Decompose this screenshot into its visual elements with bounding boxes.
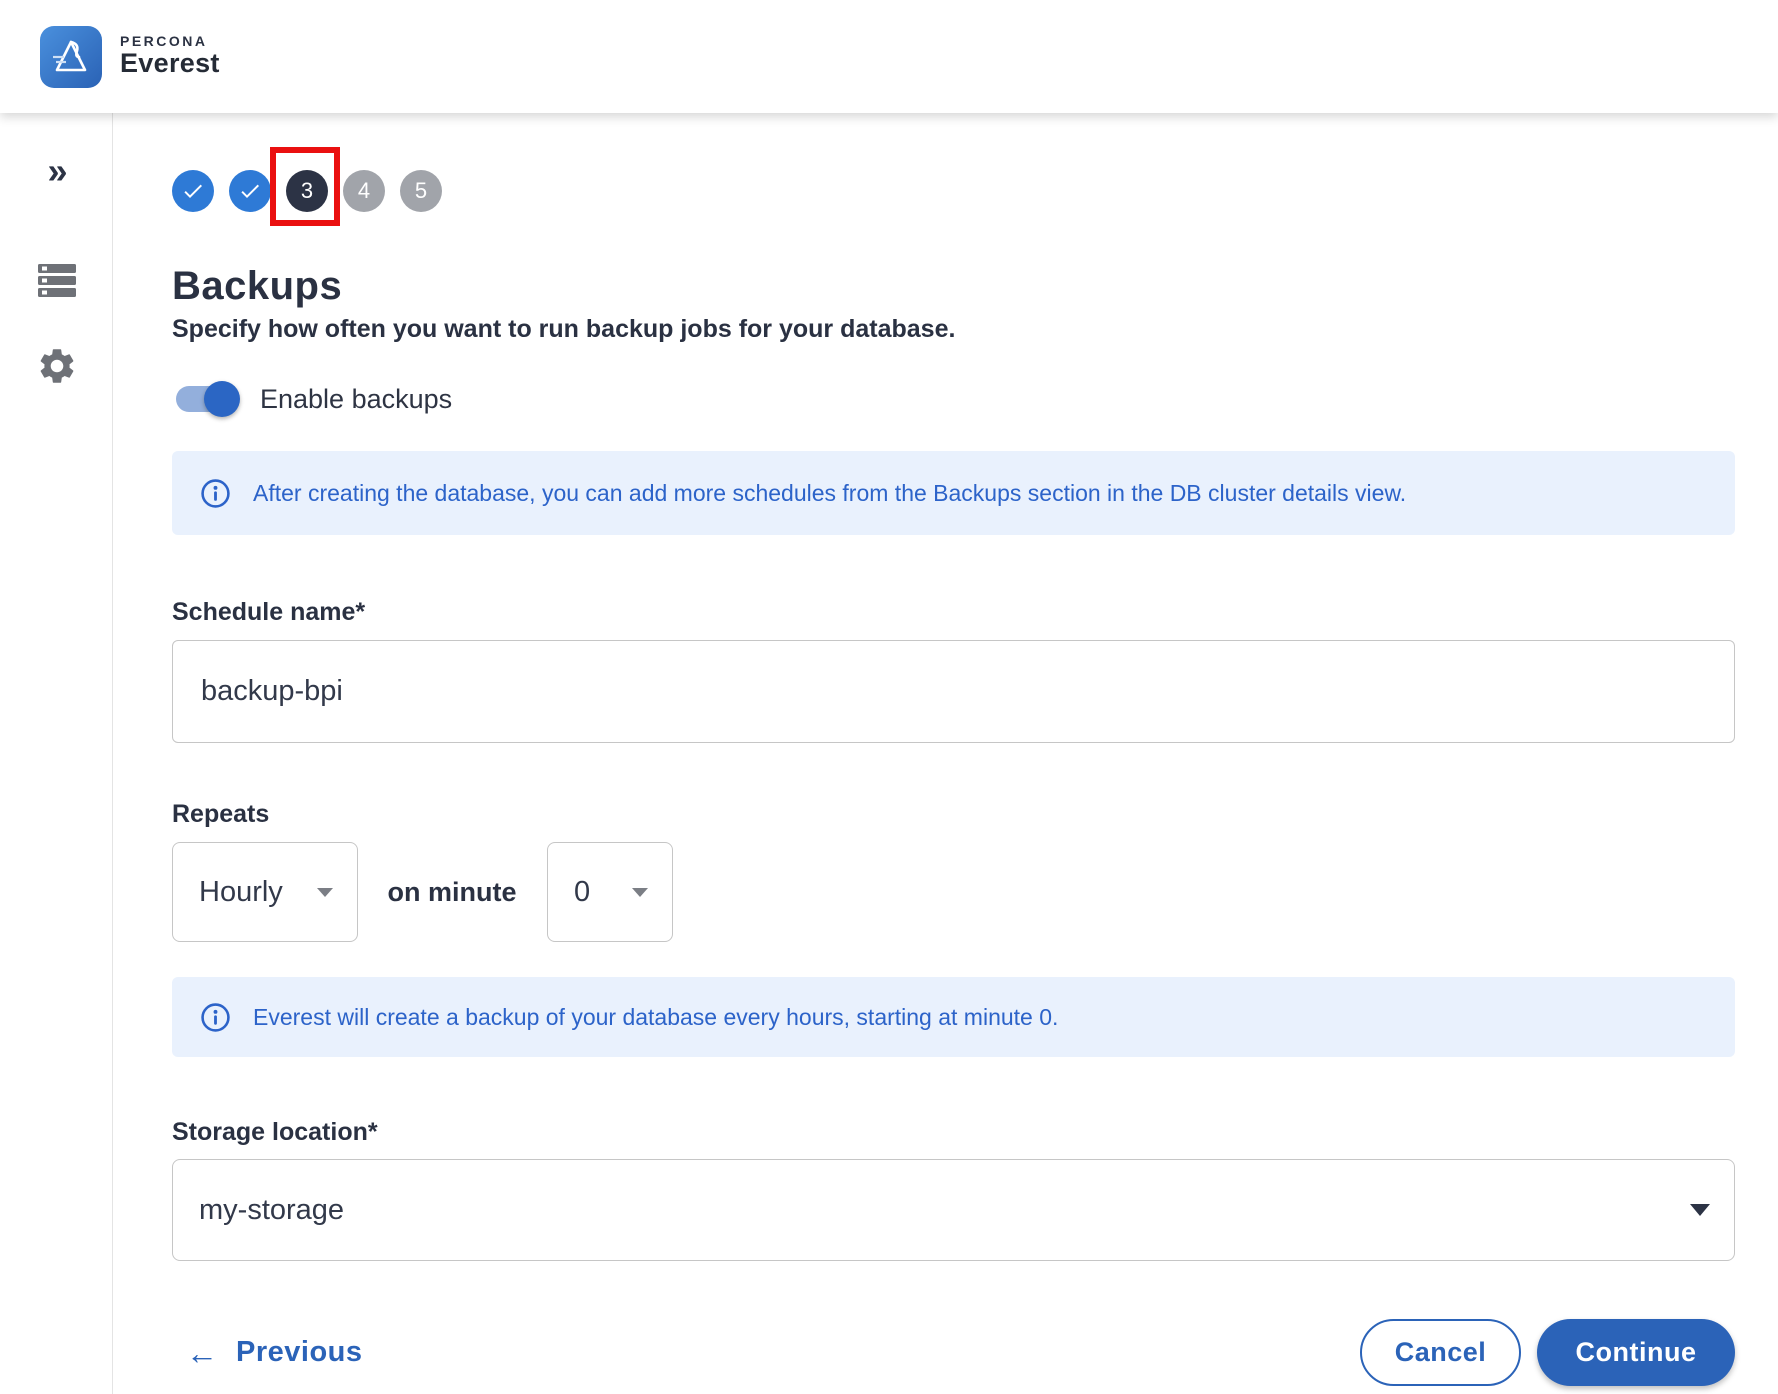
info-icon xyxy=(200,478,231,509)
schedules-info-alert: After creating the database, you can add… xyxy=(172,451,1735,535)
check-icon xyxy=(181,179,205,203)
step-2-completed[interactable] xyxy=(229,170,271,212)
schedule-name-input[interactable] xyxy=(172,640,1735,743)
percona-everest-logo-icon xyxy=(40,26,102,88)
arrow-left-icon: ← xyxy=(186,1337,218,1369)
storage-location-select[interactable]: my-storage xyxy=(172,1159,1735,1261)
enable-backups-row: Enable backups xyxy=(172,378,1735,420)
chevron-down-icon xyxy=(632,888,648,897)
step-1-completed[interactable] xyxy=(172,170,214,212)
minute-value: 0 xyxy=(574,876,590,909)
storage-location-value: my-storage xyxy=(199,1194,344,1227)
brand-text: PERCONA Everest xyxy=(120,34,220,79)
main-panel: 3 4 5 Backups Specify how often you want… xyxy=(113,113,1778,1394)
brand-everest: Everest xyxy=(120,49,220,79)
frequency-info-text: Everest will create a backup of your dat… xyxy=(253,1004,1058,1031)
databases-icon[interactable] xyxy=(0,261,113,301)
storage-location-label: Storage location* xyxy=(172,1118,1735,1147)
chevron-down-icon xyxy=(1690,1204,1710,1216)
wizard-footer: ← Previous Cancel Continue xyxy=(172,1319,1735,1386)
schedules-info-text: After creating the database, you can add… xyxy=(253,480,1406,507)
page-subtitle: Specify how often you want to run backup… xyxy=(172,315,1735,344)
step-4[interactable]: 4 xyxy=(343,170,385,212)
repeats-frequency-value: Hourly xyxy=(199,876,283,909)
info-icon xyxy=(200,1002,231,1033)
continue-button[interactable]: Continue xyxy=(1537,1319,1735,1386)
left-sidebar: » xyxy=(0,113,113,1394)
check-icon xyxy=(238,179,262,203)
chevron-down-icon xyxy=(317,888,333,897)
toggle-thumb xyxy=(204,381,240,417)
page-title: Backups xyxy=(172,264,1735,309)
enable-backups-toggle[interactable] xyxy=(176,386,236,412)
on-minute-label: on minute xyxy=(382,877,522,908)
schedule-name-label: Schedule name* xyxy=(172,598,1735,627)
repeats-frequency-select[interactable]: Hourly xyxy=(172,842,358,942)
wizard-stepper: 3 4 5 xyxy=(172,170,1735,212)
step-3-active[interactable]: 3 xyxy=(286,170,328,212)
minute-select[interactable]: 0 xyxy=(547,842,673,942)
repeats-row: Hourly on minute 0 xyxy=(172,842,1735,942)
enable-backups-label: Enable backups xyxy=(260,384,452,415)
frequency-info-alert: Everest will create a backup of your dat… xyxy=(172,977,1735,1057)
expand-sidebar-icon[interactable]: » xyxy=(0,153,113,189)
brand-percona: PERCONA xyxy=(120,34,220,49)
app-header: PERCONA Everest xyxy=(0,0,1778,113)
step-5[interactable]: 5 xyxy=(400,170,442,212)
previous-label: Previous xyxy=(236,1336,363,1369)
cancel-button[interactable]: Cancel xyxy=(1360,1319,1521,1386)
settings-gear-icon[interactable] xyxy=(0,345,113,387)
previous-button[interactable]: ← Previous xyxy=(186,1336,363,1369)
repeats-label: Repeats xyxy=(172,800,1735,829)
